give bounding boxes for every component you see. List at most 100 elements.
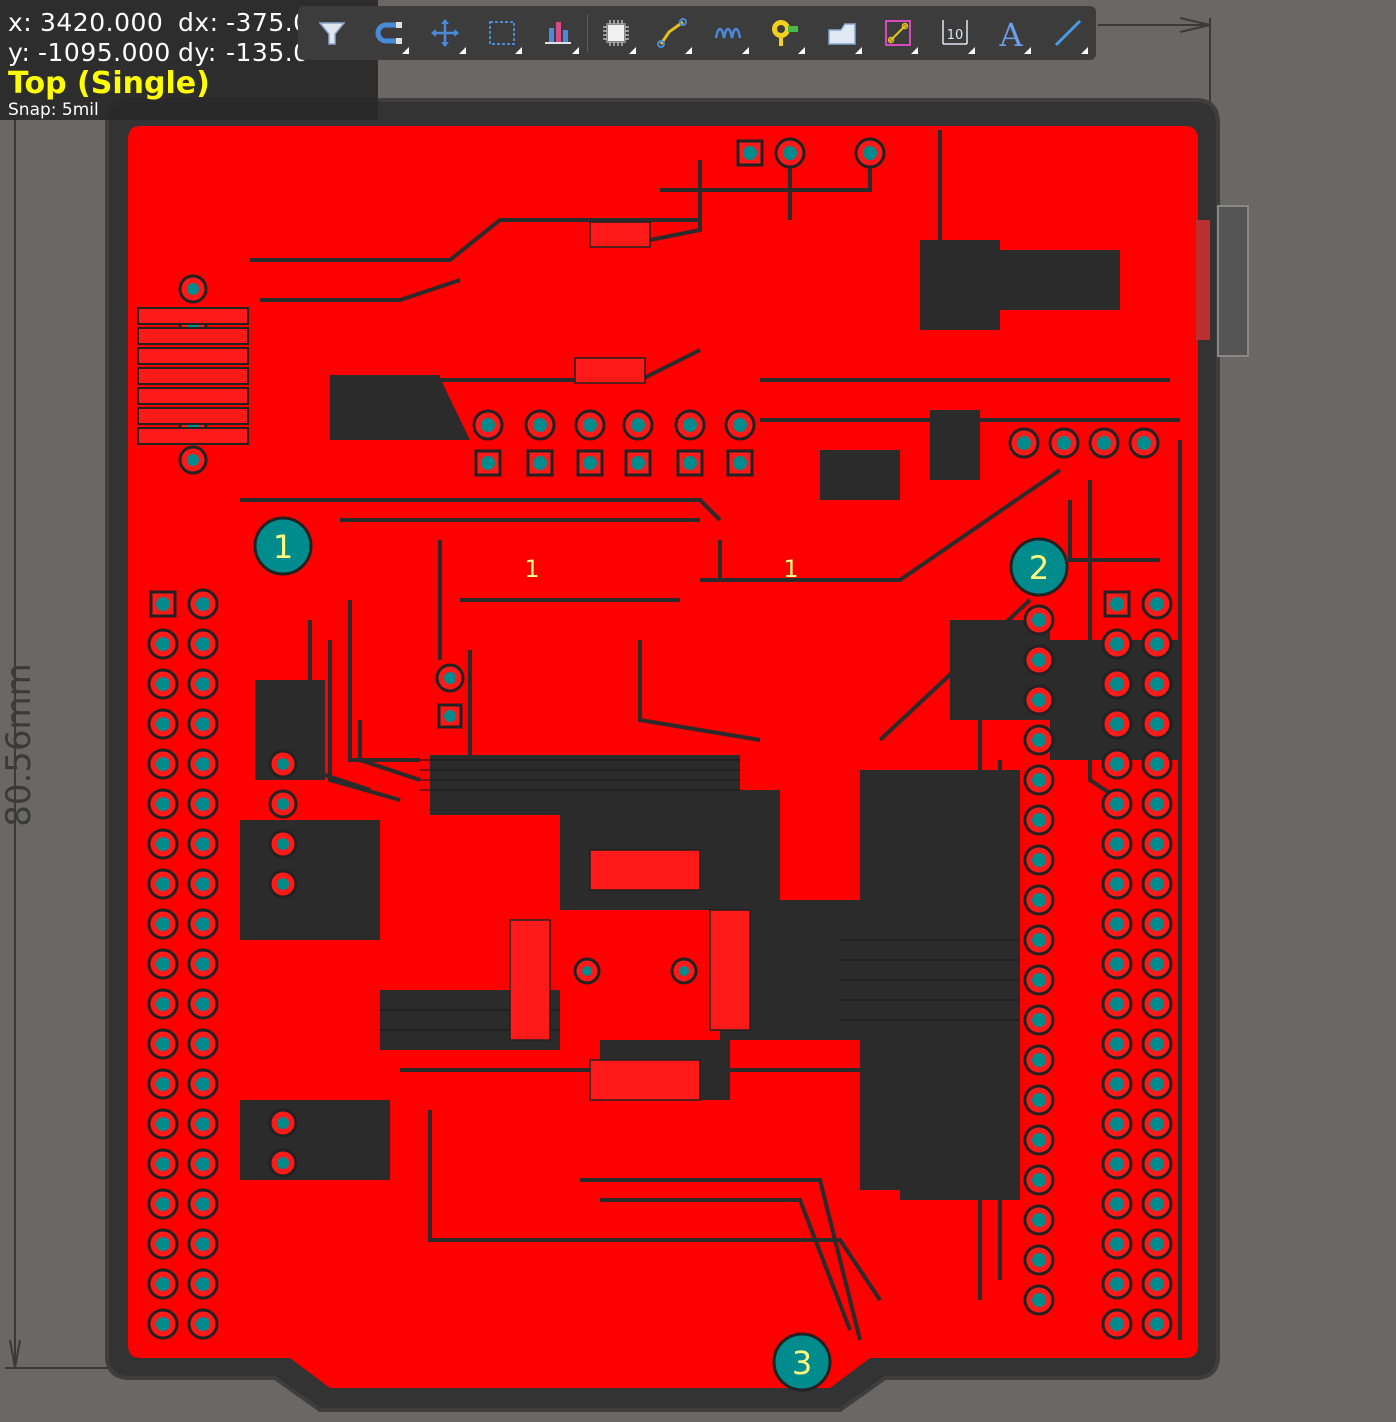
keepout-button[interactable] xyxy=(870,6,927,60)
magnet-button[interactable] xyxy=(361,6,418,60)
right-inner-pin xyxy=(1032,1253,1046,1267)
right-header-pin xyxy=(1150,877,1164,891)
pad xyxy=(631,456,645,470)
left-header-pin xyxy=(196,1197,210,1211)
left-header-pin xyxy=(156,917,170,931)
pad xyxy=(743,146,757,160)
right-header-pin xyxy=(1110,1197,1124,1211)
right-inner-pin xyxy=(1032,1133,1046,1147)
pad xyxy=(683,418,697,432)
magnet-icon xyxy=(375,22,402,44)
left-header-pin xyxy=(156,797,170,811)
right-header-pin xyxy=(1110,677,1124,691)
right-header-pin xyxy=(1150,757,1164,771)
left-header-pin xyxy=(156,717,170,731)
pad xyxy=(863,146,877,160)
right-header-pin xyxy=(1150,1077,1164,1091)
mounting-hole-1[interactable]: 1 xyxy=(253,516,313,576)
right-header-pin xyxy=(1110,597,1124,611)
pad xyxy=(277,878,289,890)
pad xyxy=(783,146,797,160)
left-header-pin xyxy=(196,1237,210,1251)
right-header-pin xyxy=(1110,1237,1124,1251)
right-header-pin xyxy=(1110,1077,1124,1091)
keepout-icon xyxy=(885,20,912,46)
left-header-pin xyxy=(156,1157,170,1171)
diff-pair-button[interactable] xyxy=(700,6,757,60)
text-tool-label: A xyxy=(999,16,1024,50)
pcb-canvas[interactable]: 80.56mm 1 2 3 1 1 xyxy=(0,0,1396,1422)
right-inner-pin xyxy=(1032,853,1046,867)
align-icon xyxy=(545,22,572,44)
usb-connector xyxy=(1217,205,1249,357)
right-header-pin xyxy=(1150,1317,1164,1331)
mounting-hole-3[interactable]: 3 xyxy=(772,1332,832,1392)
right-header-pin xyxy=(1110,637,1124,651)
filter-button[interactable] xyxy=(304,6,361,60)
place-component-button[interactable] xyxy=(587,6,644,60)
pad xyxy=(583,456,597,470)
pad xyxy=(187,283,199,295)
component-icon xyxy=(602,20,629,46)
left-header-pin xyxy=(196,997,210,1011)
pad xyxy=(277,1117,289,1129)
x-coordinate: 3420.000 xyxy=(40,8,164,37)
route-track-button[interactable] xyxy=(644,6,701,60)
line-button[interactable] xyxy=(1039,6,1096,60)
right-header-pin xyxy=(1150,717,1164,731)
usb-connector-pads xyxy=(1196,220,1210,340)
right-header-pin xyxy=(1150,637,1164,651)
text-button[interactable]: A xyxy=(983,6,1040,60)
component-label-1: 1 xyxy=(524,555,539,583)
pad xyxy=(631,418,645,432)
left-header-pin xyxy=(196,1077,210,1091)
dimension-tool-label: 10 xyxy=(946,28,963,43)
place-via-button[interactable] xyxy=(757,6,814,60)
dx-label: dx: xyxy=(178,8,219,37)
right-inner-pin xyxy=(1032,693,1046,707)
pad xyxy=(481,456,495,470)
right-header-pin xyxy=(1150,1197,1164,1211)
pad xyxy=(1137,436,1151,450)
right-inner-pin xyxy=(1032,813,1046,827)
left-header-pin xyxy=(196,717,210,731)
left-header-pin xyxy=(156,1277,170,1291)
move-button[interactable] xyxy=(417,6,474,60)
diff-pair-icon xyxy=(714,27,741,39)
right-header-pin xyxy=(1150,837,1164,851)
right-inner-pin xyxy=(1032,1213,1046,1227)
pad xyxy=(277,758,289,770)
right-header-pin xyxy=(1110,917,1124,931)
select-rect-button[interactable] xyxy=(474,6,531,60)
left-header-pin xyxy=(156,1197,170,1211)
left-header-pin xyxy=(156,677,170,691)
right-header-pin xyxy=(1110,877,1124,891)
pad xyxy=(1017,436,1031,450)
mounting-hole-2[interactable]: 2 xyxy=(1009,537,1069,597)
right-header-pin xyxy=(1150,997,1164,1011)
left-edge-connector xyxy=(137,307,249,445)
pad xyxy=(533,456,547,470)
right-header-pin xyxy=(1150,597,1164,611)
right-header-pin xyxy=(1110,1157,1124,1171)
mounting-hole-label-2: 2 xyxy=(1029,549,1049,587)
snap-setting: Snap: 5mil xyxy=(8,100,99,120)
filter-icon xyxy=(318,22,346,45)
pad xyxy=(444,710,456,722)
right-inner-pin xyxy=(1032,1013,1046,1027)
dimension-icon: 10 xyxy=(941,20,968,45)
left-header-pin xyxy=(156,1037,170,1051)
polygon-pour-button[interactable] xyxy=(813,6,870,60)
dimension-button[interactable]: 10 xyxy=(926,6,983,60)
left-header-pin xyxy=(196,837,210,851)
right-header-pin xyxy=(1110,757,1124,771)
dimension-label: 80.56mm xyxy=(0,663,39,827)
left-header-pin xyxy=(196,757,210,771)
right-header-pin xyxy=(1150,957,1164,971)
right-header-pin xyxy=(1150,1277,1164,1291)
align-button[interactable] xyxy=(530,6,587,60)
pad xyxy=(733,418,747,432)
left-header-pin xyxy=(196,797,210,811)
via-icon xyxy=(772,20,799,46)
pad xyxy=(733,456,747,470)
